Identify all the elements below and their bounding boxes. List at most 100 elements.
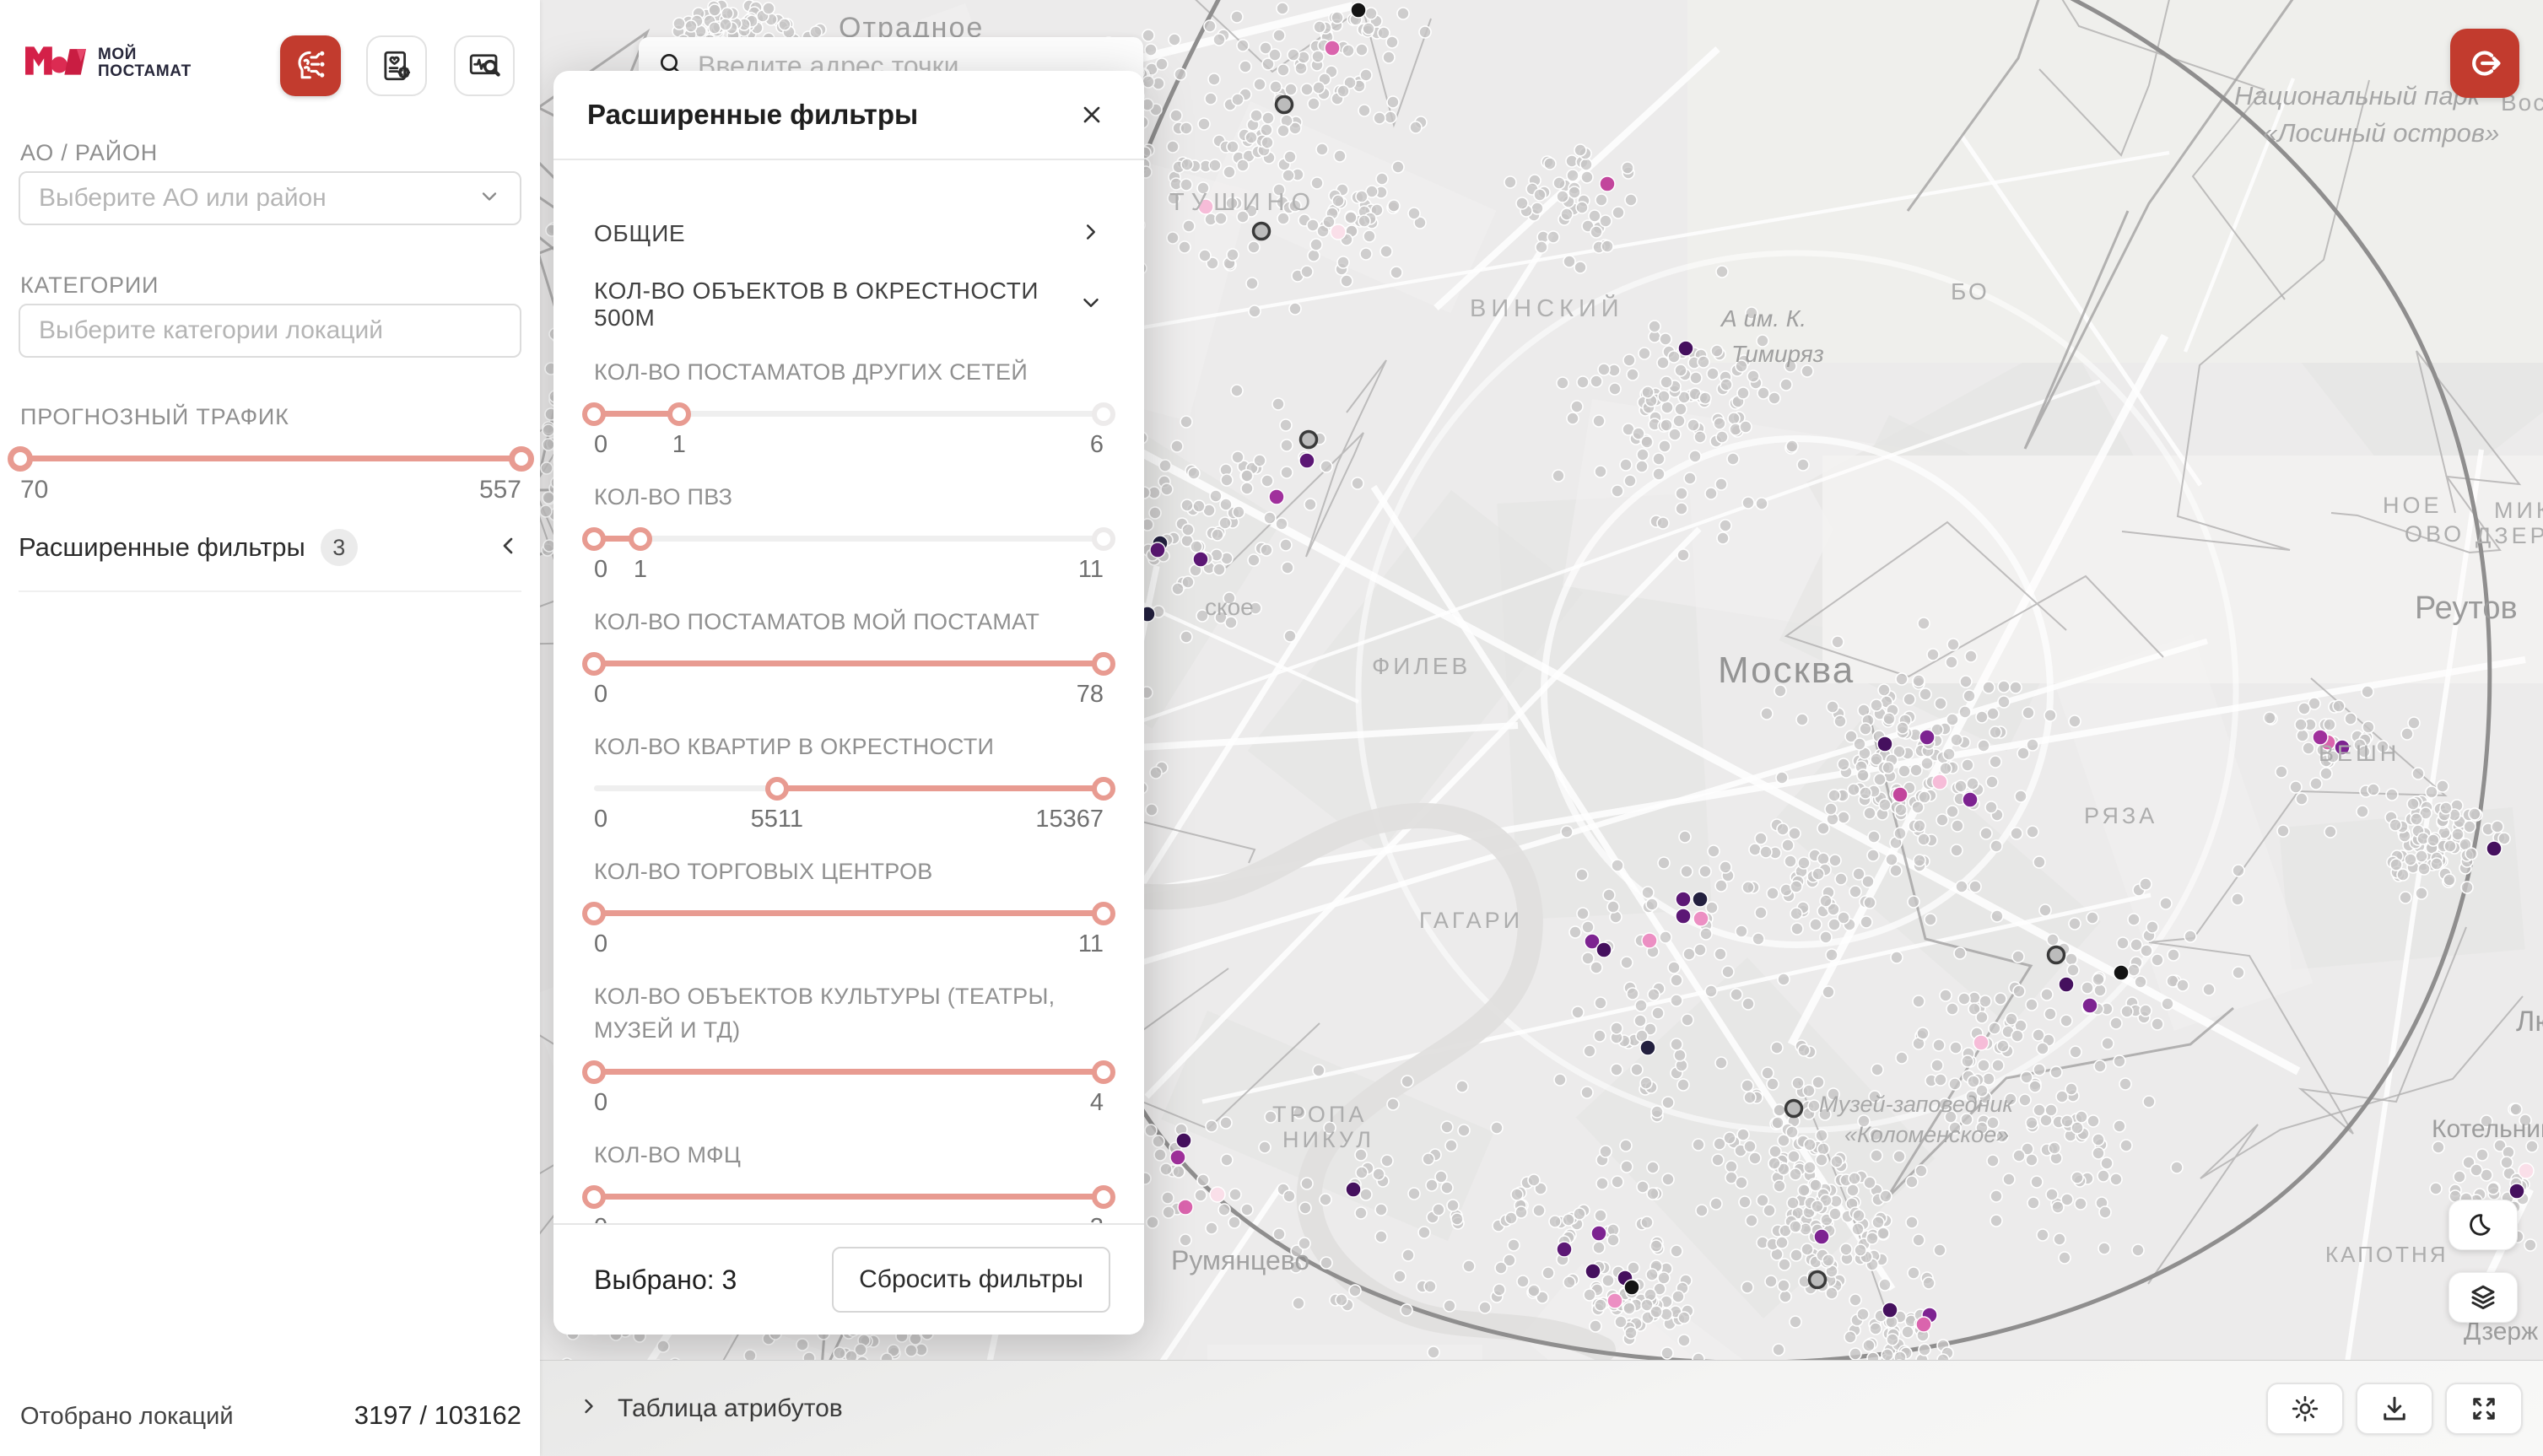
- slider-handle[interactable]: [1092, 777, 1115, 801]
- categories-select[interactable]: Выберите категории локаций: [19, 304, 521, 358]
- traffic-label: ПРОГНОЗНЫЙ ТРАФИК: [20, 404, 289, 430]
- fullscreen-button[interactable]: [2445, 1383, 2523, 1435]
- slider-max-ghost-handle: [1092, 527, 1115, 551]
- brand-logo-mark-icon: [25, 40, 86, 85]
- slider-rail[interactable]: [594, 900, 1104, 927]
- chevron-right-icon: [1078, 219, 1104, 249]
- map-label: Котельники: [2432, 1115, 2543, 1144]
- section-nearby-objects[interactable]: КОЛ-ВО ОБЪЕКТОВ В ОКРЕСТНОСТИ 500М: [594, 269, 1104, 340]
- slider-values: 0111: [594, 556, 1104, 590]
- dark-mode-button[interactable]: [2449, 1200, 2518, 1250]
- brand-logo: МОЙПОСТАМАТ: [25, 40, 192, 85]
- slider-handle[interactable]: [1092, 1185, 1115, 1209]
- slider-handle[interactable]: [8, 446, 33, 472]
- slider-handle[interactable]: [1092, 1060, 1115, 1084]
- slider-rail[interactable]: [594, 650, 1104, 677]
- slider-value: 5511: [751, 806, 803, 833]
- chevron-left-icon: [494, 532, 521, 564]
- map-label: ДЗЕР: [2476, 523, 2543, 549]
- slider-handle[interactable]: [582, 1060, 606, 1084]
- slider-fill: [594, 661, 1104, 666]
- map-label: МИК: [2494, 498, 2543, 524]
- slider-handle[interactable]: [765, 777, 789, 801]
- slider-fill: [594, 910, 1104, 916]
- slider-handle[interactable]: [582, 652, 606, 676]
- modal-header: Расширенные фильтры: [553, 71, 1144, 160]
- map-label: Тимиряз: [1731, 341, 1824, 368]
- slider-handle[interactable]: [582, 527, 606, 551]
- download-button[interactable]: [2356, 1383, 2433, 1435]
- slider-value: 1: [634, 556, 647, 584]
- traffic-range-slider[interactable]: 70 557: [20, 445, 521, 510]
- logout-button[interactable]: [2450, 29, 2519, 98]
- slider-value: 78: [1077, 681, 1104, 709]
- slider-value: 1: [672, 431, 686, 459]
- slider-label: КОЛ-ВО ПВЗ: [594, 480, 1104, 514]
- map-label: КАПОТНЯ: [2325, 1242, 2449, 1268]
- settings-button[interactable]: [2266, 1383, 2344, 1435]
- map-label: ВЕШН: [2319, 741, 2400, 767]
- map-label: Румянцево: [1171, 1245, 1309, 1276]
- slider-group: КОЛ-ВО ПОСТАМАТОВ МОЙ ПОСТАМАТ 0 78: [594, 605, 1104, 715]
- slider-handle[interactable]: [667, 402, 691, 426]
- slider-label: КОЛ-ВО МФЦ: [594, 1138, 1104, 1172]
- selected-count-text: Выбрано: 3: [594, 1265, 737, 1296]
- slider-values: 0551115367: [594, 806, 1104, 839]
- slider-rail[interactable]: [594, 1184, 1104, 1211]
- slider-rail[interactable]: [594, 526, 1104, 553]
- slider-label: КОЛ-ВО КВАРТИР В ОКРЕСТНОСТИ: [594, 730, 1104, 763]
- report-settings-button[interactable]: [366, 35, 427, 96]
- slider-label: КОЛ-ВО ПОСТАМАТОВ ДРУГИХ СЕТЕЙ: [594, 355, 1104, 389]
- slider-rail[interactable]: [594, 775, 1104, 802]
- slider-handle[interactable]: [509, 446, 534, 472]
- slider-handle[interactable]: [582, 1185, 606, 1209]
- attributes-table-label[interactable]: Таблица атрибутов: [618, 1394, 843, 1423]
- slider-handle[interactable]: [1092, 902, 1115, 925]
- map-label: ТРОПА: [1272, 1102, 1367, 1128]
- close-icon[interactable]: [1073, 96, 1110, 133]
- layers-button[interactable]: [2449, 1272, 2518, 1323]
- map-label: Москва: [1718, 650, 1855, 692]
- slider-handle[interactable]: [1092, 652, 1115, 676]
- search-analytics-button[interactable]: [454, 35, 515, 96]
- slider-group: КОЛ-ВО ПОСТАМАТОВ ДРУГИХ СЕТЕЙ016: [594, 355, 1104, 465]
- slider-label: КОЛ-ВО ОБЪЕКТОВ КУЛЬТУРЫ (ТЕАТРЫ, МУЗЕЙ …: [594, 979, 1104, 1047]
- slider-value: 11: [1078, 556, 1104, 584]
- advanced-filters-toggle[interactable]: Расширенные фильтры 3: [19, 523, 521, 572]
- map-label: Музей-заповедник: [1819, 1092, 2013, 1118]
- locations-counter: Отобрано локаций 3197 / 103162: [20, 1400, 521, 1431]
- slider-group: КОЛ-ВО ПВЗ0111: [594, 480, 1104, 590]
- slider-value: 557: [479, 476, 521, 504]
- ao-district-label: АО / РАЙОН: [20, 140, 158, 166]
- slider-value: 0: [594, 1089, 607, 1117]
- slider-handle[interactable]: [629, 527, 652, 551]
- slider-group: КОЛ-ВО МФЦ03: [594, 1138, 1104, 1223]
- slider-values: 016: [594, 431, 1104, 465]
- slider-rail[interactable]: [594, 401, 1104, 428]
- map-label: ВИНСКИЙ: [1470, 295, 1624, 323]
- slider-group: КОЛ-ВО КВАРТИР В ОКРЕСТНОСТИ 0551115367: [594, 730, 1104, 839]
- slider-value: 6: [1090, 431, 1104, 459]
- slider-rail[interactable]: [594, 1059, 1104, 1086]
- slider-values: 0 78: [594, 681, 1104, 715]
- modal-footer: Выбрано: 3 Сбросить фильтры: [553, 1223, 1144, 1335]
- chevron-right-icon[interactable]: [577, 1394, 601, 1422]
- slider-value: 70: [20, 476, 48, 504]
- slider-handle[interactable]: [582, 902, 606, 925]
- slider-group: КОЛ-ВО ОБЪЕКТОВ КУЛЬТУРЫ (ТЕАТРЫ, МУЗЕЙ …: [594, 979, 1104, 1123]
- slider-rail[interactable]: [20, 445, 521, 472]
- ao-district-select[interactable]: Выберите АО или район: [19, 171, 521, 225]
- slider-group: КОЛ-ВО ТОРГОВЫХ ЦЕНТРОВ011: [594, 855, 1104, 964]
- ai-analysis-button[interactable]: [280, 35, 341, 96]
- brand-name: МОЙПОСТАМАТ: [98, 46, 192, 80]
- chevron-down-icon: [1078, 290, 1104, 320]
- slider-value: 0: [594, 681, 607, 709]
- map-label: Лю: [2516, 1006, 2543, 1038]
- slider-label: КОЛ-ВО ТОРГОВЫХ ЦЕНТРОВ: [594, 855, 1104, 888]
- slider-label: КОЛ-ВО ПОСТАМАТОВ МОЙ ПОСТАМАТ: [594, 605, 1104, 639]
- reset-filters-button[interactable]: Сбросить фильтры: [832, 1247, 1110, 1313]
- section-general[interactable]: ОБЩИЕ: [594, 198, 1104, 269]
- modal-title: Расширенные фильтры: [587, 99, 918, 131]
- slider-handle[interactable]: [582, 402, 606, 426]
- map-label: ФИЛЕВ: [1372, 653, 1471, 680]
